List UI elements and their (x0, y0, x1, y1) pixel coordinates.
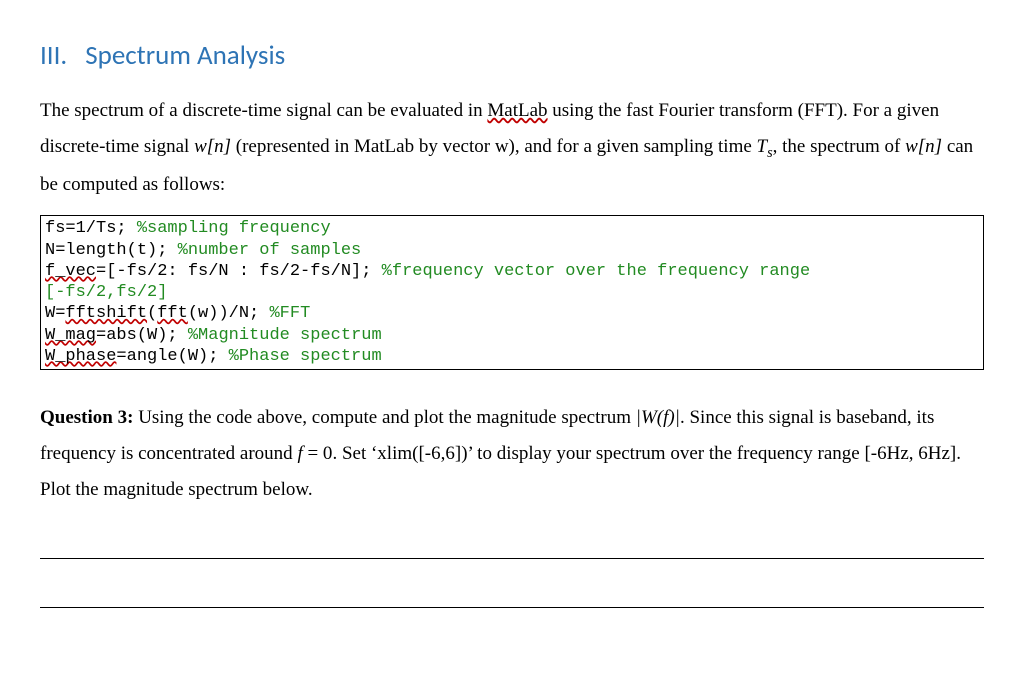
math-mag: |W(f)| (636, 407, 680, 428)
text: = 0 (303, 443, 333, 464)
code-text: =abs(W); (96, 326, 188, 345)
code-comment: %number of samples (178, 241, 362, 260)
section-heading: III. Spectrum Analysis (40, 30, 984, 81)
text: Using the code above, compute and plot t… (133, 407, 635, 428)
code-text: fs=1/Ts; (45, 219, 137, 238)
spellcheck-code: fftshift (65, 304, 147, 323)
code-text: (w))/N; (188, 304, 270, 323)
text: The spectrum of a discrete-time signal c… (40, 100, 487, 121)
code-comment: [-fs/2,fs/2] (45, 283, 167, 302)
section-title: Spectrum Analysis (85, 39, 285, 72)
code-comment: %Magnitude spectrum (188, 326, 382, 345)
code-text: W= (45, 304, 65, 323)
math-wn2: w[n] (905, 136, 942, 157)
spellcheck-code: W_mag (45, 326, 96, 345)
code-comment: %sampling frequency (137, 219, 331, 238)
code-block: fs=1/Ts; %sampling frequency N=length(t)… (40, 215, 984, 370)
text: (represented in MatLab by vector w), and… (231, 136, 757, 157)
math-wn: w[n] (194, 136, 231, 157)
code-comment: %Phase spectrum (229, 347, 382, 366)
spellcheck-code: W_phase (45, 347, 116, 366)
code-comment: %frequency vector over the frequency ran… (382, 262, 810, 281)
answer-blank-line (40, 520, 984, 559)
code-comment: %FFT (269, 304, 310, 323)
intro-paragraph: The spectrum of a discrete-time signal c… (40, 93, 984, 203)
code-text: =[-fs/2: fs/N : fs/2-fs/N]; (96, 262, 382, 281)
spellcheck-code: fft (157, 304, 188, 323)
spellcheck-word-matlab: MatLab (487, 100, 547, 121)
math-Ts-T: T (757, 136, 768, 157)
question-label: Question 3: (40, 407, 133, 428)
code-text: N=length(t); (45, 241, 178, 260)
text: , the spectrum of (773, 136, 905, 157)
section-number: III. (40, 39, 67, 72)
spellcheck-code: f_vec (45, 262, 96, 281)
code-text: =angle(W); (116, 347, 228, 366)
answer-blank-line (40, 569, 984, 608)
code-text: ( (147, 304, 157, 323)
question-paragraph: Question 3: Using the code above, comput… (40, 400, 984, 508)
